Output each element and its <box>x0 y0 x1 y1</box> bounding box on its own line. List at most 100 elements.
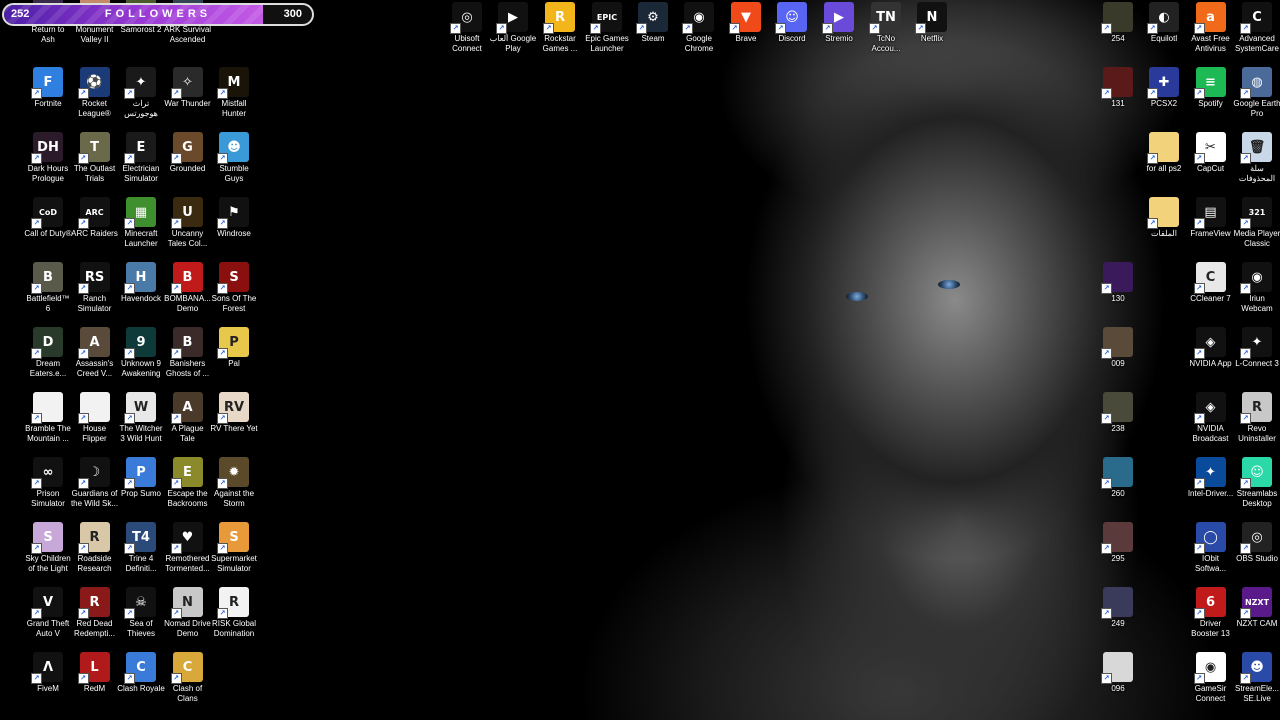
desktop-icon[interactable]: ◎ ↗ Ubisoft Connect <box>443 2 491 54</box>
desktop-icon[interactable]: ↗ 131 <box>1094 67 1142 109</box>
desktop-icon[interactable]: ✚ ↗ PCSX2 <box>1140 67 1188 109</box>
desktop-icon[interactable]: ◐ ↗ Equilotl <box>1140 2 1188 44</box>
desktop-icon[interactable]: ⚑ ↗ Windrose <box>210 197 258 239</box>
desktop-icon[interactable]: TN ↗ TcNo Accou... <box>862 2 910 54</box>
desktop-icon[interactable]: A↗A Plague Tale Requiem - ... <box>164 392 212 444</box>
desktop-icon[interactable]: C ↗ Clash Royale <box>117 652 165 694</box>
icon-glyph: ◍ <box>1251 74 1263 90</box>
desktop-icon[interactable]: G ↗ Grounded <box>164 132 212 174</box>
desktop-icon-label: Unknown 9 Awakening <box>120 359 162 378</box>
desktop-icon[interactable]: C ↗ Clash of Clans <box>164 652 212 704</box>
desktop-icon[interactable]: R ↗ RISK Global Domination <box>210 587 258 639</box>
desktop-icon[interactable]: B ↗ BOMBANA... Demo <box>164 262 212 314</box>
desktop-icon[interactable]: N ↗ Netflix <box>908 2 956 44</box>
desktop-icon[interactable]: P ↗ Pal <box>210 327 258 369</box>
desktop-icon[interactable]: R ↗ Rockstar Games ... <box>536 2 584 54</box>
desktop-icon[interactable]: ◈ ↗ NVIDIA Broadcast <box>1187 392 1235 444</box>
desktop-icon[interactable]: ↗ 130 <box>1094 262 1142 304</box>
desktop-icon[interactable]: ✦ ↗ تراث هوجورتس <box>117 67 165 119</box>
desktop-icon[interactable]: R ↗ Roadside Research <box>71 522 119 574</box>
desktop-icon[interactable]: ◉ ↗ Iriun Webcam <box>1233 262 1280 314</box>
shortcut-arrow-icon: ↗ <box>124 543 135 554</box>
desktop-icon[interactable]: a ↗ Avast Free Antivirus <box>1187 2 1235 54</box>
desktop-icon[interactable]: C ↗ CCleaner 7 <box>1187 262 1235 304</box>
desktop-icon[interactable]: ↗ 009 <box>1094 327 1142 369</box>
desktop-icon[interactable]: ↗ الملفات <box>1140 197 1188 239</box>
desktop-icon[interactable]: DH ↗ Dark Hours Prologue <box>24 132 72 184</box>
desktop-icon[interactable]: ↗ Bramble The Mountain ... <box>24 392 72 444</box>
desktop-icon-label: GameSir Connect <box>1194 684 1227 703</box>
desktop-icon[interactable]: ☺ ↗ Streamlabs Desktop <box>1233 457 1280 509</box>
desktop-icon[interactable]: 9 ↗ Unknown 9 Awakening <box>117 327 165 379</box>
desktop-icon[interactable]: ◯ ↗ IObit Softwa... <box>1187 522 1235 574</box>
desktop-icon[interactable]: R ↗ Red Dead Redempti... <box>71 587 119 639</box>
desktop-icon[interactable]: ≡ ↗ Spotify <box>1187 67 1235 109</box>
desktop-icon[interactable]: U ↗ Uncanny Tales Col... <box>164 197 212 249</box>
desktop-icon[interactable]: T ↗ The Outlast Trials <box>71 132 119 184</box>
desktop-icon[interactable]: ▦ ↗ Minecraft Launcher <box>117 197 165 249</box>
desktop-icon[interactable]: ✦ ↗ L-Connect 3 <box>1233 327 1280 369</box>
desktop-icon[interactable]: ☻ ↗ StreamEle... SE.Live <box>1233 652 1280 704</box>
desktop-icon[interactable]: ✧ ↗ War Thunder <box>164 67 212 109</box>
desktop-icon[interactable]: V ↗ Grand Theft Auto V <box>24 587 72 639</box>
desktop-icon[interactable]: ✂ ↗ CapCut <box>1187 132 1235 174</box>
desktop-icon[interactable]: ↗ House Flipper <box>71 392 119 444</box>
desktop-icon[interactable]: ◍ ↗ Google Earth Pro <box>1233 67 1280 119</box>
desktop-icon[interactable]: ☻ ↗ Stumble Guys <box>210 132 258 184</box>
desktop-icon[interactable]: NZXT ↗ NZXT CAM <box>1233 587 1280 629</box>
desktop-icon[interactable]: 321 ↗ Media Player Classic <box>1233 197 1280 249</box>
desktop-icon[interactable]: ↗ 249 <box>1094 587 1142 629</box>
desktop-icon[interactable]: B ↗ Battlefield™ 6 <box>24 262 72 314</box>
desktop-icon[interactable]: RV ↗ RV There Yet <box>210 392 258 434</box>
desktop-icon[interactable]: T4 ↗ Trine 4 Definiti... <box>117 522 165 574</box>
desktop-icon[interactable]: ▶ ↗ Stremio <box>815 2 863 44</box>
desktop-icon[interactable]: ARC ↗ ARC Raiders <box>71 197 119 239</box>
desktop-icon[interactable]: CoD ↗ Call of Duty® <box>24 197 72 239</box>
desktop-icon[interactable]: S ↗ Sons Of The Forest <box>210 262 258 314</box>
desktop-icon[interactable]: ▼ ↗ Brave <box>722 2 770 44</box>
desktop-icon[interactable]: ↗ 254 <box>1094 2 1142 44</box>
desktop-icon[interactable]: E ↗ Electrician Simulator <box>117 132 165 184</box>
desktop-icon[interactable]: ▶ ↗ ألعاب Google Play <box>489 2 537 54</box>
desktop-icon[interactable]: S ↗ Sky Children of the Light <box>24 522 72 574</box>
desktop-icon[interactable]: M ↗ Mistfall Hunter <box>210 67 258 119</box>
desktop-icon[interactable]: ◎ ↗ OBS Studio <box>1233 522 1280 564</box>
desktop-icon[interactable]: ♥ ↗ Remothered Tormented... <box>164 522 212 574</box>
desktop-icon[interactable]: ☽ ↗ Guardians of the Wild Sk... <box>71 457 119 509</box>
desktop-icon[interactable]: P ↗ Prop Sumo <box>117 457 165 499</box>
desktop-icon[interactable]: ☠ ↗ Sea of Thieves <box>117 587 165 639</box>
desktop-icon[interactable]: R ↗ Revo Uninstaller <box>1233 392 1280 444</box>
desktop-icon[interactable]: N ↗ Nomad Drive Demo <box>164 587 212 639</box>
desktop-icon[interactable]: ⚽ ↗ Rocket League® <box>71 67 119 119</box>
desktop-icon[interactable]: ↗ 238 <box>1094 392 1142 434</box>
desktop-icon[interactable]: C ↗ Advanced SystemCare <box>1233 2 1280 54</box>
desktop-icon[interactable]: 🗑 ↗ سلة المحذوفات <box>1233 132 1280 184</box>
desktop-icon[interactable]: ◈ ↗ NVIDIA App <box>1187 327 1235 369</box>
desktop-icon[interactable]: ↗ for all ps2 <box>1140 132 1188 174</box>
desktop-icon[interactable]: EPIC ↗ Epic Games Launcher <box>583 2 631 54</box>
desktop-icon[interactable]: A ↗ Assassin's Creed V... <box>71 327 119 379</box>
desktop-icon[interactable]: ✦ ↗ Intel-Driver... <box>1187 457 1235 499</box>
desktop-icon[interactable]: ∞ ↗ Prison Simulator <box>24 457 72 509</box>
desktop-icon[interactable]: ▤ ↗ FrameView <box>1187 197 1235 239</box>
desktop-icon[interactable]: F ↗ Fortnite <box>24 67 72 109</box>
desktop-icon[interactable]: Λ ↗ FiveM <box>24 652 72 694</box>
desktop-icon[interactable]: ↗ 096 <box>1094 652 1142 694</box>
desktop-icon[interactable]: RS ↗ Ranch Simulator <box>71 262 119 314</box>
desktop-icon[interactable]: ☺ ↗ Discord <box>768 2 816 44</box>
desktop-icon[interactable]: H ↗ Havendock <box>117 262 165 304</box>
desktop-icon[interactable]: ↗ 295 <box>1094 522 1142 564</box>
desktop-icon[interactable]: W ↗ The Witcher 3 Wild Hunt <box>117 392 165 444</box>
desktop-icon[interactable]: D ↗ Dream Eaters.e... <box>24 327 72 379</box>
desktop-icon[interactable]: B ↗ Banishers Ghosts of ... <box>164 327 212 379</box>
icon-glyph: G <box>182 139 193 155</box>
desktop-icon[interactable]: ⚙ ↗ Steam <box>629 2 677 44</box>
desktop-icon[interactable]: ◉ ↗ GameSir Connect <box>1187 652 1235 704</box>
desktop-icon[interactable]: ↗ 260 <box>1094 457 1142 499</box>
desktop-icon[interactable]: S ↗ Supermarket Simulator <box>210 522 258 574</box>
desktop-icon[interactable]: L ↗ RedM <box>71 652 119 694</box>
desktop-icon[interactable]: ✹ ↗ Against the Storm <box>210 457 258 509</box>
desktop-icon[interactable]: 6 ↗ Driver Booster 13 <box>1187 587 1235 639</box>
desktop-icon[interactable]: ◉ ↗ Google Chrome <box>675 2 723 54</box>
desktop-icon[interactable]: E ↗ Escape the Backrooms <box>164 457 212 509</box>
